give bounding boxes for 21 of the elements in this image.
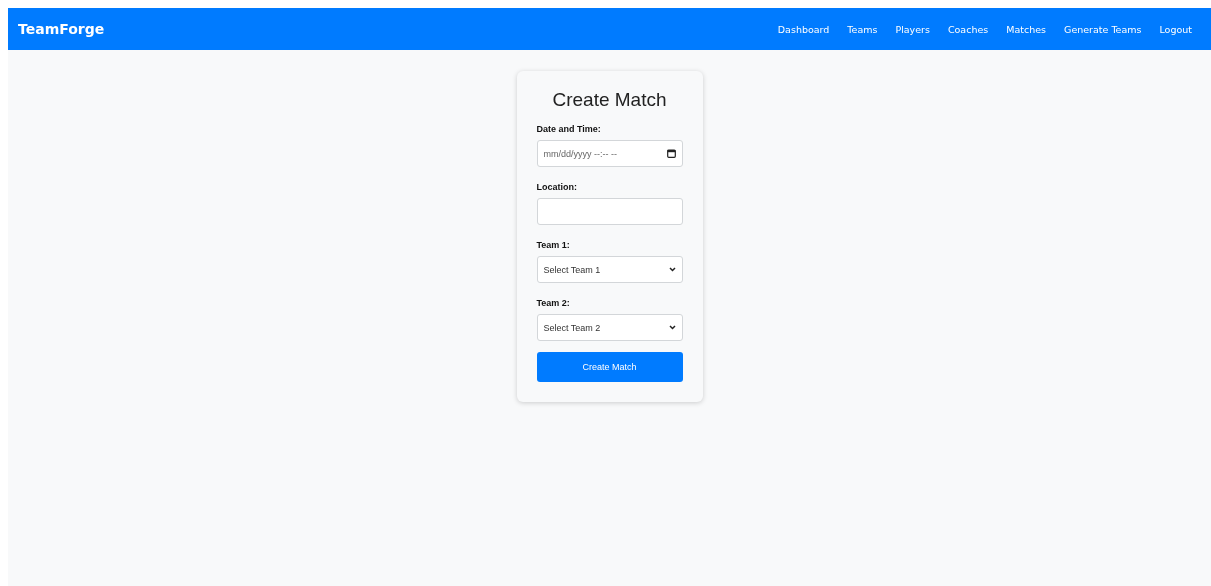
datetime-field[interactable]: mm/dd/yyyy --:-- -- <box>536 140 683 167</box>
field-label: Location: <box>536 182 578 192</box>
nav-link[interactable]: Players <box>886 23 939 35</box>
chevron-down-icon <box>668 325 676 330</box>
nav-link[interactable]: Generate Teams <box>1055 23 1151 35</box>
team-select[interactable]: Select Team 2 <box>536 314 683 341</box>
nav-link[interactable]: Logout <box>1150 23 1201 35</box>
create-match-button[interactable]: Create Match <box>536 352 683 382</box>
form-title: Create Match <box>551 89 668 111</box>
nav-link[interactable]: Coaches <box>938 23 998 35</box>
team-select[interactable]: Select Team 1 <box>536 256 683 283</box>
chevron-down-icon <box>668 267 676 272</box>
nav-link[interactable]: Teams <box>838 23 887 35</box>
nav-link[interactable]: Matches <box>997 23 1055 35</box>
calendar-icon <box>666 149 676 158</box>
brand-logo[interactable]: TeamForge <box>18 21 105 37</box>
field-label: Team 1: <box>536 240 571 250</box>
nav-link[interactable]: Dashboard <box>768 23 839 35</box>
field-label: Date and Time: <box>536 124 602 134</box>
field-label: Team 2: <box>536 298 571 308</box>
location-input[interactable] <box>536 198 683 225</box>
